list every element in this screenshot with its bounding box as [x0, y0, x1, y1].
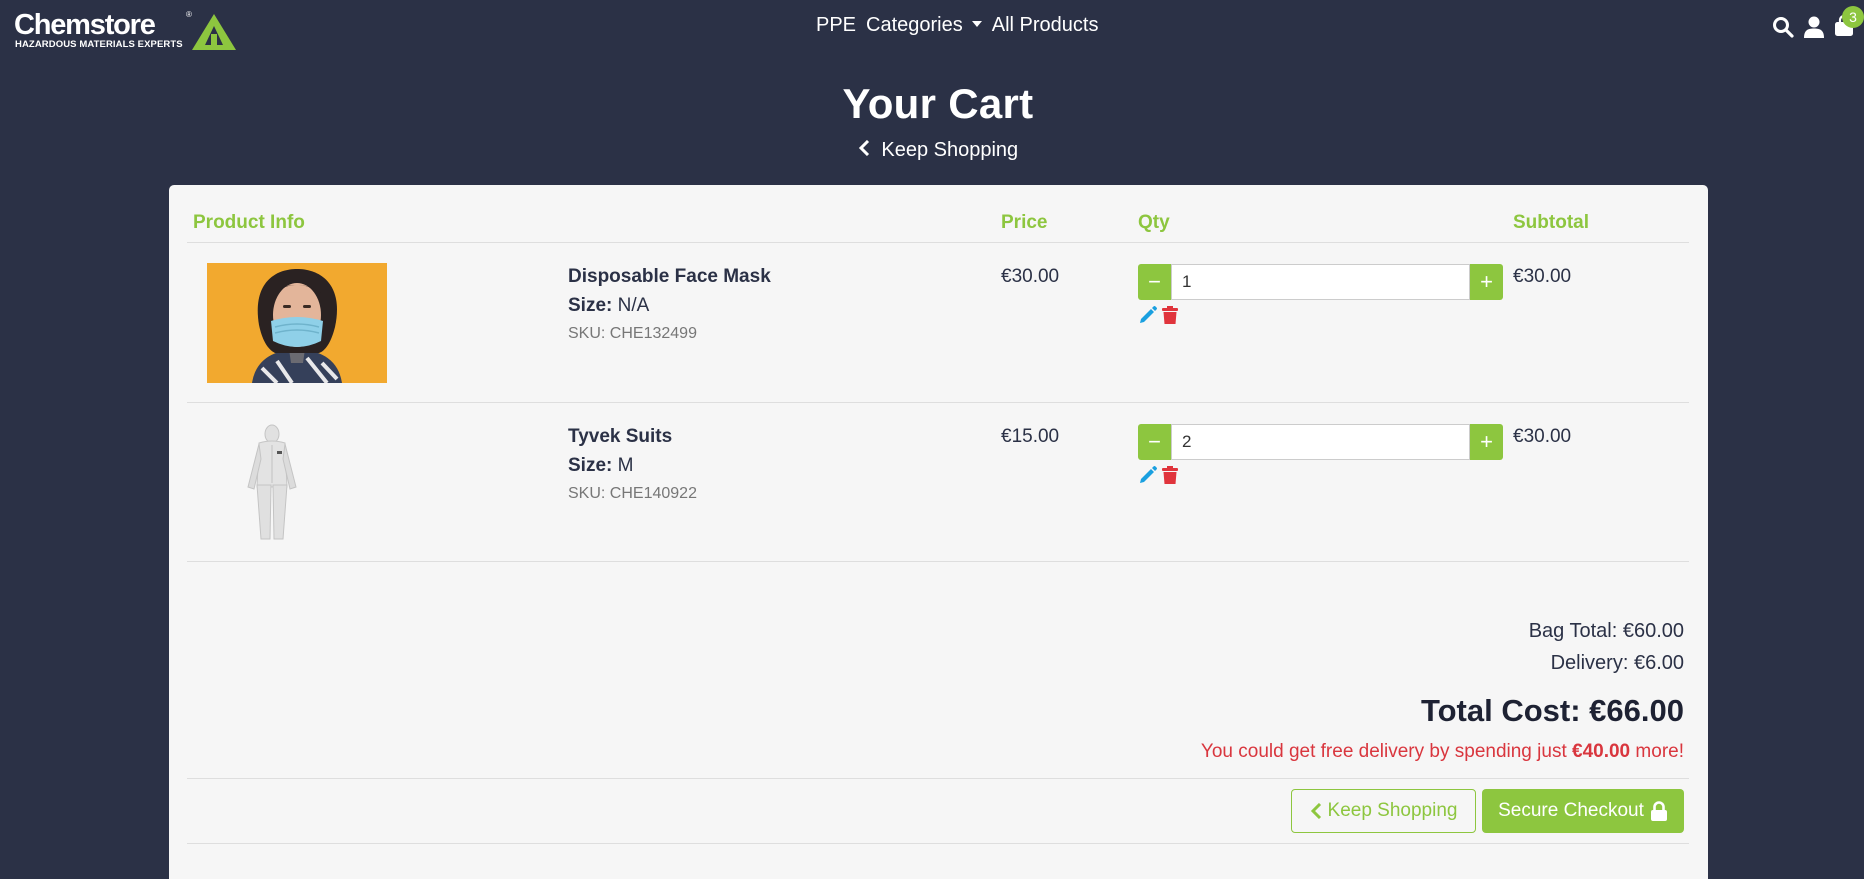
logo-triangle-icon	[192, 14, 236, 50]
total-cost: Total Cost: €66.00	[1420, 693, 1684, 728]
header-subtotal: Subtotal	[1513, 212, 1589, 233]
trash-icon[interactable]	[1161, 305, 1179, 325]
product-price: €15.00	[1001, 426, 1060, 447]
quantity-stepper: − +	[1138, 264, 1503, 300]
header-qty: Qty	[1138, 212, 1170, 233]
main-nav: PPE Categories All Products	[816, 14, 1098, 37]
edit-pencil-icon[interactable]	[1138, 305, 1158, 325]
brand-logo[interactable]: Chemstore ® HAZARDOUS MATERIALS EXPERTS	[14, 8, 236, 50]
product-price: €30.00	[1001, 266, 1060, 287]
tyvek-suit-product-image[interactable]	[237, 423, 307, 543]
secure-checkout-button[interactable]: Secure Checkout	[1482, 789, 1684, 833]
cart-card: Product Info Price Qty Subtotal Disposab…	[169, 185, 1708, 879]
quantity-input[interactable]	[1171, 264, 1470, 300]
nav-link-all-products[interactable]: All Products	[992, 14, 1099, 37]
divider	[187, 561, 1689, 562]
divider	[187, 843, 1689, 844]
quantity-stepper: − +	[1138, 424, 1503, 460]
edit-pencil-icon[interactable]	[1138, 465, 1158, 485]
nav-link-categories[interactable]: Categories	[866, 14, 963, 37]
free-delivery-amount: €40.00	[1572, 741, 1631, 762]
product-subtotal: €30.00	[1513, 426, 1572, 447]
search-icon[interactable]	[1772, 16, 1794, 38]
product-size: Size: N/A	[568, 295, 649, 317]
increase-qty-button[interactable]: +	[1470, 264, 1503, 300]
product-sku: SKU: CHE140922	[568, 485, 697, 502]
keep-shopping-button[interactable]: Keep Shopping	[1291, 789, 1476, 833]
face-mask-product-image[interactable]	[207, 263, 387, 383]
caret-down-icon[interactable]	[971, 21, 982, 27]
cart-row: Disposable Face Mask Size: N/A SKU: CHE1…	[169, 243, 1708, 403]
cart-row: Tyvek Suits Size: M SKU: CHE140922 €15.0…	[169, 403, 1708, 563]
keep-shopping-link[interactable]: Keep Shopping	[0, 139, 1864, 162]
divider	[187, 778, 1689, 779]
nav-icon-group: 3	[1734, 6, 1864, 54]
size-label: Size:	[568, 295, 613, 316]
page-title: Your Cart	[842, 80, 1034, 127]
navbar: Chemstore ® HAZARDOUS MATERIALS EXPERTS …	[0, 0, 1864, 58]
secure-checkout-label: Secure Checkout	[1498, 800, 1644, 821]
product-name[interactable]: Tyvek Suits	[568, 426, 672, 448]
logo-tagline: HAZARDOUS MATERIALS EXPERTS	[15, 39, 183, 50]
quantity-input[interactable]	[1171, 424, 1470, 460]
cart-count-badge: 3	[1842, 6, 1864, 28]
free-delivery-prefix: You could get free delivery by spending …	[1200, 741, 1567, 762]
bag-total: Bag Total: €60.00	[1528, 620, 1684, 642]
user-icon[interactable]	[1804, 16, 1824, 38]
product-subtotal: €30.00	[1513, 266, 1572, 287]
product-sku: SKU: CHE132499	[568, 325, 697, 342]
size-value: N/A	[617, 295, 650, 316]
chevron-left-icon	[1310, 803, 1321, 819]
keep-shopping-label: Keep Shopping	[881, 139, 1019, 161]
product-name[interactable]: Disposable Face Mask	[568, 266, 771, 288]
logo-wordmark: Chemstore	[14, 9, 156, 41]
decrease-qty-button[interactable]: −	[1138, 424, 1171, 460]
header-price: Price	[1001, 212, 1048, 233]
decrease-qty-button[interactable]: −	[1138, 264, 1171, 300]
free-delivery-suffix: more!	[1635, 741, 1684, 762]
trash-icon[interactable]	[1161, 465, 1179, 485]
free-delivery-notice: You could get free delivery by spending …	[1201, 741, 1684, 763]
size-value: M	[617, 455, 634, 476]
nav-link-ppe[interactable]: PPE	[816, 14, 856, 37]
product-size: Size: M	[568, 455, 633, 477]
chevron-left-icon	[858, 140, 869, 156]
keep-shopping-button-label: Keep Shopping	[1327, 800, 1458, 821]
header-product-info: Product Info	[193, 212, 305, 233]
delivery-cost: Delivery: €6.00	[1550, 652, 1684, 674]
lock-icon	[1650, 801, 1667, 821]
size-label: Size:	[568, 455, 613, 476]
increase-qty-button[interactable]: +	[1470, 424, 1503, 460]
